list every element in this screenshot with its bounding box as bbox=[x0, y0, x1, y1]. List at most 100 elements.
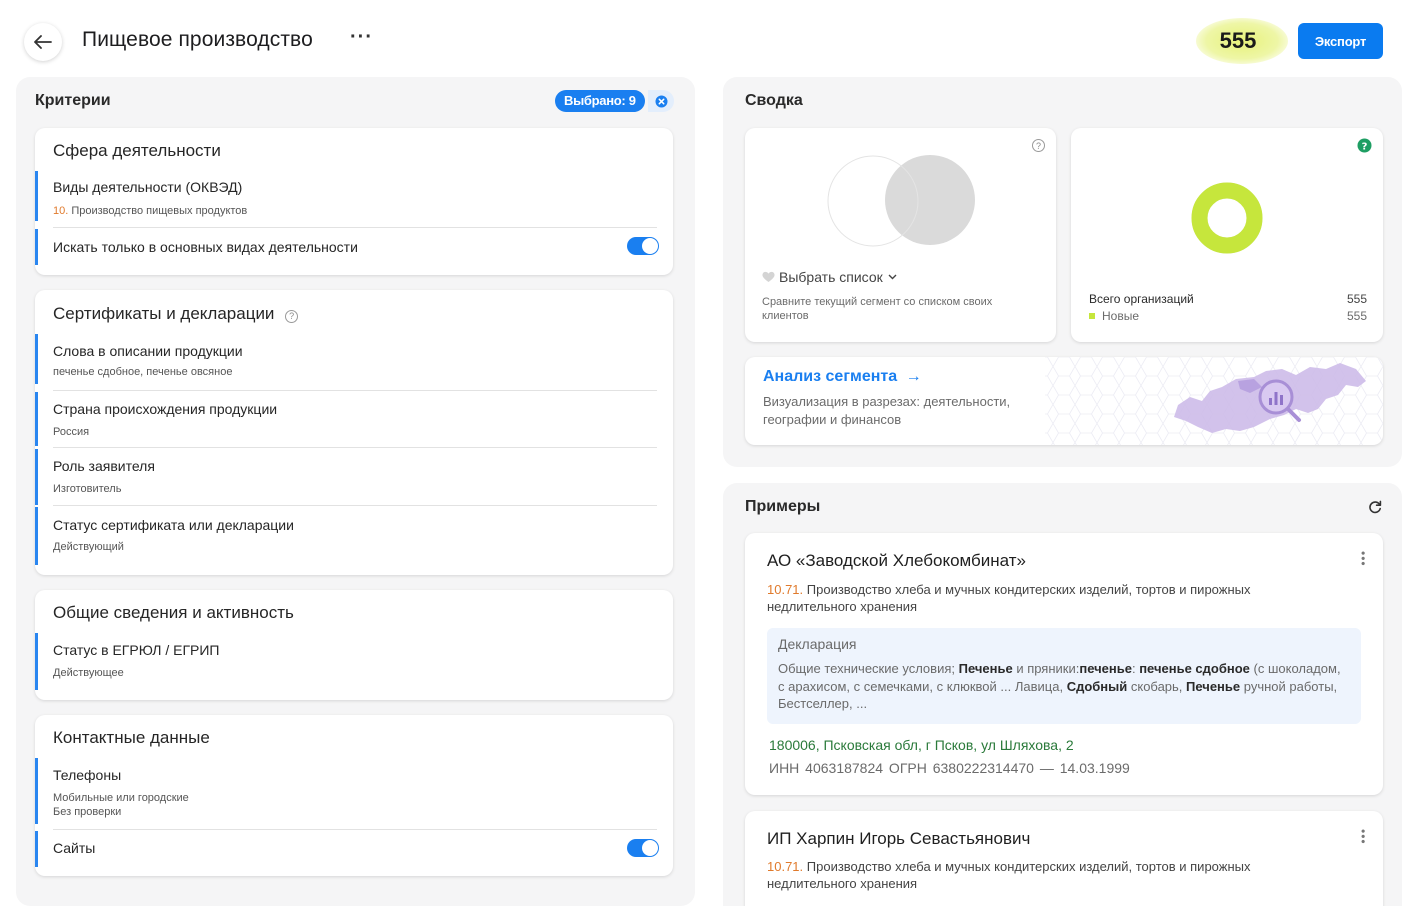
origin-country-label: Страна происхождения продукции bbox=[53, 401, 278, 417]
applicant-role-criterion[interactable]: Роль заявителя Изготовитель bbox=[35, 449, 657, 505]
egrul-status-value: Действующее bbox=[53, 667, 124, 679]
company-name[interactable]: ИП Харпин Игорь Севастьянович bbox=[767, 829, 1030, 849]
certificate-status-value: Действующий bbox=[53, 541, 124, 553]
examples-title: Примеры bbox=[745, 498, 821, 515]
declaration-box: Декларация Общие технические условия; Пе… bbox=[767, 628, 1361, 724]
activity-title: Сфера деятельности bbox=[53, 141, 221, 160]
egrul-status-criterion[interactable]: Статус в ЕГРЮЛ / ЕГРИП Действующее bbox=[35, 633, 657, 690]
help-icon[interactable]: ? bbox=[1032, 139, 1045, 152]
declaration-text-part: и пряники: bbox=[1012, 661, 1080, 676]
new-value: 555 bbox=[1346, 309, 1367, 323]
criterion-marker bbox=[35, 392, 38, 446]
segment-analysis-description: Визуализация в разрезах: деятельности, г… bbox=[763, 394, 1011, 427]
help-icon[interactable]: ? bbox=[285, 309, 299, 323]
more-options-icon[interactable]: ··· bbox=[350, 26, 373, 49]
contacts-card: Контактные данные Телефоны Мобильные или… bbox=[35, 715, 673, 876]
declaration-title: Декларация bbox=[778, 636, 857, 652]
criterion-marker bbox=[35, 171, 38, 221]
okved-value: 10. Производство пищевых продуктов bbox=[53, 204, 247, 218]
okved-label: Виды деятельности (ОКВЭД) bbox=[53, 179, 243, 195]
product-words-criterion[interactable]: Слова в описании продукции печенье сдобн… bbox=[35, 334, 657, 384]
help-filled-icon[interactable]: ? bbox=[1357, 138, 1372, 153]
totals-card: ? Всего организаций 555 Новые 555 bbox=[1071, 128, 1383, 342]
new-legend: Новые bbox=[1089, 309, 1139, 323]
company-name[interactable]: АО «Заводской Хлебокомбинат» bbox=[767, 551, 1026, 571]
compare-card: ? Выбрать список Сравните текущий сегмен… bbox=[745, 128, 1056, 342]
divider bbox=[53, 447, 657, 448]
total-value: 555 bbox=[1346, 292, 1367, 306]
criterion-marker bbox=[35, 507, 38, 565]
main-activity-toggle[interactable] bbox=[627, 237, 659, 255]
origin-country-value: Россия bbox=[53, 426, 90, 438]
divider bbox=[53, 505, 657, 506]
select-list-button[interactable]: Выбрать список bbox=[762, 269, 897, 285]
compare-description: Сравните текущий сегмент со списком свои… bbox=[762, 296, 993, 322]
venn-diagram bbox=[827, 155, 975, 247]
criterion-marker bbox=[35, 229, 38, 265]
company-address: 180006, Псковская обл, г Псков, ул Шляхо… bbox=[769, 737, 1074, 753]
okved-text: Производство хлеба и мучных кондитерских… bbox=[767, 859, 1251, 891]
export-button[interactable]: Экспорт bbox=[1298, 23, 1383, 59]
segment-analysis-link[interactable]: Анализ сегмента → bbox=[763, 368, 922, 386]
certificate-status-label: Статус сертификата или декларации bbox=[53, 517, 294, 533]
criterion-marker bbox=[35, 831, 38, 867]
certificates-title-text: Сертификаты и декларации bbox=[53, 304, 275, 323]
declaration-text-part: скобарь, bbox=[1127, 678, 1187, 694]
company-okved: 10.71. Производство хлеба и мучных конди… bbox=[767, 858, 1327, 892]
certificates-card: Сертификаты и декларации ? Слова в описа… bbox=[35, 290, 673, 575]
okved-criterion[interactable]: Виды деятельности (ОКВЭД) 10. Производст… bbox=[35, 171, 657, 221]
arrow-left-icon bbox=[34, 35, 52, 49]
kebab-menu-icon[interactable]: ••• bbox=[1356, 551, 1370, 567]
okved-text: Производство пищевых продуктов bbox=[68, 205, 248, 217]
divider bbox=[53, 227, 657, 228]
phones-label: Телефоны bbox=[53, 767, 122, 783]
phones-value-check: Без проверки bbox=[53, 806, 122, 818]
result-count: 555 bbox=[1196, 18, 1288, 64]
refresh-icon[interactable] bbox=[1368, 500, 1382, 514]
back-button[interactable] bbox=[24, 23, 62, 61]
help-glyph: ? bbox=[1362, 142, 1368, 153]
new-share-donut bbox=[1191, 182, 1263, 254]
okved-code: 10.71. bbox=[767, 859, 804, 874]
highlighted-term: печенье сдобное bbox=[1139, 661, 1250, 676]
company-registration: ИНН 4063187824 ОГРН 6380222314470 — 14.0… bbox=[769, 760, 1130, 776]
example-card[interactable]: ИП Харпин Игорь Севастьянович ••• 10.71.… bbox=[745, 811, 1383, 906]
select-list-label: Выбрать список bbox=[779, 269, 883, 285]
certificates-title: Сертификаты и декларации ? bbox=[53, 304, 299, 324]
phones-value-type: Мобильные или городские bbox=[53, 792, 189, 804]
applicant-role-value: Изготовитель bbox=[53, 483, 122, 495]
main-activity-criterion[interactable]: Искать только в основных видах деятельно… bbox=[35, 229, 657, 265]
selected-count-badge[interactable]: Выбрано: 9 bbox=[555, 90, 645, 112]
criterion-marker bbox=[35, 449, 38, 505]
heart-icon bbox=[762, 271, 775, 282]
total-label: Всего организаций bbox=[1089, 292, 1194, 306]
general-title: Общие сведения и активность bbox=[53, 603, 294, 622]
product-words-value: печенье сдобное, печенье овсяное bbox=[53, 366, 233, 378]
highlighted-term: печенье bbox=[1079, 661, 1132, 676]
kebab-menu-icon[interactable]: ••• bbox=[1356, 829, 1370, 845]
certificate-status-criterion[interactable]: Статус сертификата или декларации Действ… bbox=[35, 507, 657, 565]
example-card[interactable]: АО «Заводской Хлебокомбинат» ••• 10.71. … bbox=[745, 533, 1383, 795]
okved-code: 10.71. bbox=[767, 582, 804, 597]
close-circle-icon bbox=[655, 95, 667, 107]
analytics-search-icon bbox=[1258, 379, 1301, 422]
sites-criterion[interactable]: Сайты bbox=[35, 831, 657, 867]
segment-analysis-card[interactable]: Анализ сегмента → Визуализация в разреза… bbox=[745, 357, 1383, 445]
criterion-marker bbox=[35, 334, 38, 384]
arrow-right-icon: → bbox=[905, 368, 922, 385]
origin-country-criterion[interactable]: Страна происхождения продукции Россия bbox=[35, 392, 657, 446]
clear-selection-button[interactable] bbox=[648, 90, 674, 112]
phones-criterion[interactable]: Телефоны Мобильные или городские Без про… bbox=[35, 758, 657, 824]
highlighted-term: Печенье bbox=[958, 661, 1013, 676]
declaration-text-part: Общие технические условия; bbox=[778, 661, 959, 676]
okved-text: Производство хлеба и мучных кондитерских… bbox=[767, 582, 1251, 614]
contacts-title: Контактные данные bbox=[53, 728, 210, 747]
okved-code: 10. bbox=[53, 205, 69, 217]
criterion-marker bbox=[35, 633, 38, 690]
divider bbox=[53, 829, 657, 830]
sites-toggle[interactable] bbox=[627, 839, 659, 857]
declaration-text: Общие технические условия; Печенье и пря… bbox=[778, 660, 1349, 713]
activity-card: Сфера деятельности Виды деятельности (ОК… bbox=[35, 128, 673, 275]
criterion-marker bbox=[35, 758, 38, 824]
segment-analysis-title: Анализ сегмента bbox=[763, 368, 898, 385]
